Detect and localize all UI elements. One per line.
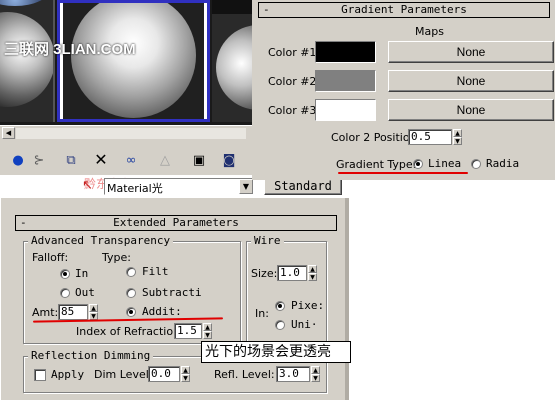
- sample-slots: 三联网 3LIAN.COM: [0, 0, 252, 125]
- type-subtractive-label: Subtracti: [142, 286, 202, 299]
- color-1-map-button[interactable]: None: [388, 41, 554, 63]
- falloff-in-radio[interactable]: [60, 269, 70, 279]
- material-name-value: Material光: [107, 182, 163, 195]
- gradient-type-label: Gradient Type:: [336, 158, 417, 171]
- wire-size-field[interactable]: 1.0: [277, 265, 307, 281]
- sample-sphere: [71, 3, 196, 118]
- gradient-type-radial-radio[interactable]: [471, 159, 481, 169]
- put-to-library-icon[interactable]: △: [156, 152, 174, 170]
- refl-level-spinner[interactable]: ▲ ▼: [311, 366, 320, 382]
- sample-sphere: [216, 25, 252, 110]
- falloff-label: Falloff:: [32, 251, 69, 264]
- color-1-swatch[interactable]: [315, 41, 376, 63]
- assign-material-icon[interactable]: ⧉: [62, 152, 80, 170]
- index-of-refraction-label: Index of Refraction:: [76, 325, 184, 338]
- annotation-underline-gradient-type: [338, 172, 468, 174]
- index-of-refraction-field[interactable]: 1.5: [174, 323, 202, 339]
- extended-parameters-title: Extended Parameters: [113, 216, 239, 229]
- reflection-dimming-title: Reflection Dimming: [28, 349, 154, 362]
- dim-level-field[interactable]: 0.0: [148, 366, 180, 382]
- apply-label: Apply: [51, 368, 85, 381]
- type-filter-radio[interactable]: [126, 267, 136, 277]
- wire-in-label: In:: [255, 307, 269, 320]
- type-additive-radio[interactable]: [126, 307, 136, 317]
- amt-spinner[interactable]: ▲ ▼: [89, 304, 98, 320]
- annotation-caption: 光下的场景会更透亮: [201, 341, 351, 363]
- maps-header: Maps: [415, 25, 444, 38]
- wire-pixels-radio[interactable]: [275, 301, 285, 311]
- put-to-scene-icon[interactable]: ⊱: [30, 152, 48, 170]
- material-toolbar: ● ⊱ ⧉ ✕ ∞ △ ▣ ◙: [0, 147, 252, 175]
- collapse-icon[interactable]: -: [20, 216, 27, 230]
- color-1-label: Color #1: [268, 46, 317, 59]
- apply-checkbox[interactable]: [34, 369, 46, 381]
- collapse-icon[interactable]: -: [263, 3, 270, 17]
- material-name-dropdown[interactable]: Material光 ▼: [104, 178, 254, 195]
- falloff-in-label: In: [75, 267, 89, 280]
- slot-top-strip: [212, 0, 252, 14]
- color-3-map-button[interactable]: None: [388, 99, 554, 121]
- slots-scrollbar[interactable]: ◀: [0, 125, 252, 140]
- dim-level-label: Dim Level:: [94, 368, 153, 381]
- extended-parameters-body: - Extended Parameters Advanced Transpare…: [0, 198, 349, 400]
- gradient-type-linear-radio[interactable]: [413, 159, 423, 169]
- scroll-left-button[interactable]: ◀: [2, 127, 15, 139]
- wire-size-label: Size:: [251, 267, 278, 280]
- gradient-parameters-panel: - Gradient Parameters Maps Color #1 None…: [252, 0, 555, 180]
- wire-title: Wire: [251, 234, 284, 247]
- sample-slot-inner: [63, 3, 204, 119]
- gradient-type-linear-label: Linea: [428, 157, 462, 170]
- wire-units-radio[interactable]: [275, 320, 285, 330]
- watermark: 三联网 3LIAN.COM: [4, 41, 136, 58]
- sample-slot-selected[interactable]: [57, 0, 210, 122]
- wire-pixels-label: Pixe:: [291, 299, 325, 312]
- advanced-transparency-title: Advanced Transparency: [28, 234, 174, 247]
- show-in-viewport-icon[interactable]: ◙: [220, 152, 238, 170]
- color-2-swatch[interactable]: [315, 70, 376, 92]
- get-material-icon[interactable]: ●: [9, 152, 27, 170]
- type-label: Type:: [102, 251, 131, 264]
- type-filter-label: Filt: [142, 265, 169, 278]
- color-2-position-field[interactable]: 0.5: [408, 129, 452, 145]
- delete-icon[interactable]: ✕: [92, 151, 110, 169]
- slots-divider: [0, 140, 252, 147]
- color-2-position-spinner[interactable]: ▲ ▼: [453, 129, 462, 145]
- color-2-position-label: Color 2 Position:: [331, 131, 421, 144]
- color-3-swatch[interactable]: [315, 99, 376, 121]
- extended-parameters-panel: - Extended Parameters Advanced Transpare…: [0, 198, 360, 400]
- material-effects-channel-icon[interactable]: ▣: [190, 152, 208, 170]
- advanced-transparency-group: Advanced Transparency Falloff: Type: In …: [23, 234, 241, 344]
- index-of-refraction-spinner[interactable]: ▲ ▼: [203, 323, 212, 339]
- gradient-parameters-header[interactable]: - Gradient Parameters: [258, 2, 550, 18]
- refl-level-field[interactable]: 3.0: [276, 366, 310, 382]
- sample-slot-right[interactable]: [212, 0, 252, 122]
- falloff-out-radio[interactable]: [60, 288, 70, 298]
- dim-level-spinner[interactable]: ▲ ▼: [181, 366, 190, 382]
- wire-size-spinner[interactable]: ▲ ▼: [308, 265, 317, 281]
- scroll-track[interactable]: [16, 128, 246, 139]
- wire-group: Wire Size: 1.0 ▲ ▼ In: Pixe: Uni·: [246, 234, 327, 344]
- amt-field[interactable]: 85: [58, 304, 88, 320]
- gradient-type-radial-label: Radia: [486, 157, 520, 170]
- wire-units-label: Uni·: [291, 318, 318, 331]
- sample-top-arc: [0, 0, 50, 6]
- gradient-parameters-title: Gradient Parameters: [341, 3, 467, 16]
- sample-sphere: [0, 12, 53, 107]
- amt-label: Amt:: [32, 306, 59, 319]
- type-subtractive-radio[interactable]: [126, 288, 136, 298]
- material-type-button[interactable]: Standard: [264, 178, 342, 195]
- color-2-label: Color #2: [268, 75, 317, 88]
- chevron-down-icon[interactable]: ▼: [239, 179, 253, 194]
- color-3-label: Color #3: [268, 104, 317, 117]
- color-2-map-button[interactable]: None: [388, 70, 554, 92]
- sample-slot-left[interactable]: [0, 0, 55, 122]
- type-additive-label: Addit:: [142, 305, 182, 318]
- make-unique-icon[interactable]: ∞: [122, 152, 140, 170]
- refl-level-label: Refl. Level:: [214, 368, 275, 381]
- extended-parameters-header[interactable]: - Extended Parameters: [15, 215, 337, 231]
- falloff-out-label: Out: [75, 286, 95, 299]
- vertical-scrollbar[interactable]: [345, 198, 349, 400]
